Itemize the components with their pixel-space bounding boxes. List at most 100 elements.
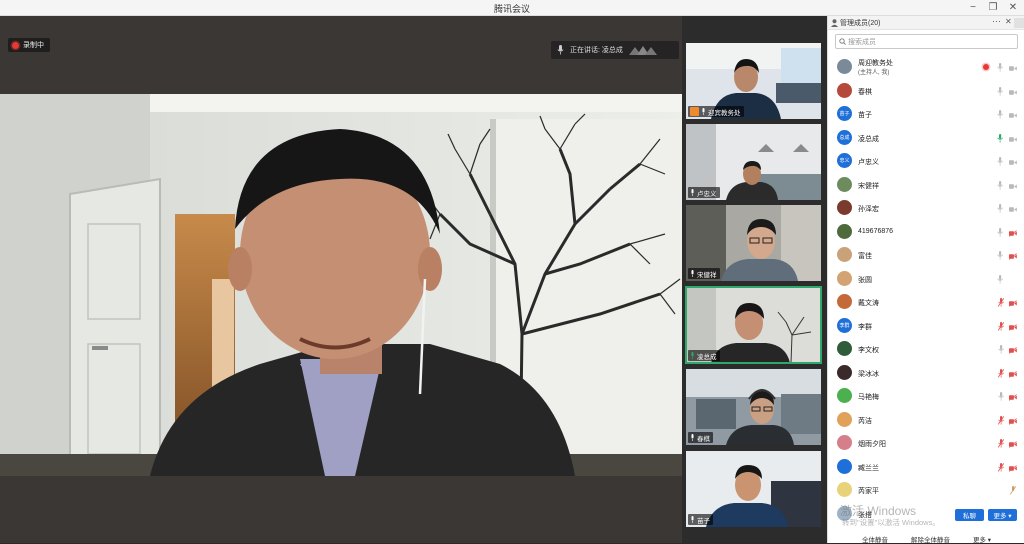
video-tile-column: 迎宾教务处 卢忠义 宋健祥 凌总成 春棋 苗子 xyxy=(682,16,827,543)
member-row[interactable]: 419676876 xyxy=(828,221,1024,245)
more-button[interactable]: 更多 ▾ xyxy=(988,509,1017,521)
member-name: 宋健祥 xyxy=(858,182,879,190)
member-name: 臧兰兰 xyxy=(858,464,879,472)
avatar: 总成 xyxy=(837,129,852,145)
avatar xyxy=(837,176,852,192)
camera-icon[interactable] xyxy=(1009,111,1017,120)
camera-icon[interactable] xyxy=(1009,88,1017,97)
close-icon[interactable]: ✕ xyxy=(1004,1,1022,14)
video-tile[interactable]: 春棋 xyxy=(686,369,821,445)
activation-watermark-text: 转到"设置"以激活 Windows。 xyxy=(842,518,940,527)
camera-off-icon[interactable] xyxy=(1009,393,1017,402)
microphone-speaking-icon xyxy=(691,352,694,359)
microphone-icon[interactable] xyxy=(996,274,1004,284)
minimize-icon[interactable]: − xyxy=(964,1,982,14)
panel-sidebar-icon[interactable] xyxy=(1014,18,1024,28)
microphone-muted-icon[interactable] xyxy=(1009,486,1017,495)
video-tile[interactable]: 迎宾教务处 xyxy=(686,43,821,119)
camera-icon[interactable] xyxy=(1009,205,1017,214)
camera-off-icon[interactable] xyxy=(1009,323,1017,332)
microphone-muted-icon[interactable] xyxy=(997,439,1005,448)
microphone-muted-icon[interactable] xyxy=(997,415,1005,425)
recording-indicator[interactable]: 录制中 xyxy=(8,38,50,52)
microphone-muted-icon[interactable] xyxy=(997,368,1005,378)
tile-name: 宋健祥 xyxy=(697,271,717,279)
member-name: 419676876 xyxy=(858,227,894,235)
member-row[interactable]: 烟雨夕阳 xyxy=(828,432,1024,456)
member-row[interactable]: 苗子 苗子 xyxy=(828,103,1024,127)
private-chat-button[interactable]: 私聊 xyxy=(955,509,984,521)
microphone-icon[interactable] xyxy=(996,157,1004,166)
avatar xyxy=(837,482,852,497)
member-role: (主持人, 我) xyxy=(858,70,890,76)
camera-icon[interactable] xyxy=(1009,158,1017,167)
tile-name: 苗子 xyxy=(697,517,710,525)
member-row[interactable]: 李文权 xyxy=(828,338,1024,362)
video-tile[interactable]: 苗子 xyxy=(686,451,821,527)
microphone-icon[interactable] xyxy=(996,63,1004,72)
member-row[interactable]: 张圆 xyxy=(828,268,1024,292)
member-row[interactable]: 戴文涛 xyxy=(828,291,1024,315)
members-panel: 管理成员(20) ··· ✕ 搜索成员 周迎教务处 (主持人, 我) 春棋 苗子 苗子总… xyxy=(827,16,1024,544)
search-icon xyxy=(839,38,846,45)
member-row[interactable]: 芮洁 xyxy=(828,409,1024,433)
member-row[interactable]: 忠义 卢忠义 xyxy=(828,150,1024,174)
close-panel-icon[interactable]: ✕ xyxy=(1005,17,1012,26)
member-row[interactable]: 周迎教务处 (主持人, 我) xyxy=(828,56,1024,80)
microphone-icon[interactable] xyxy=(997,392,1005,401)
microphone-icon[interactable] xyxy=(996,110,1004,119)
member-row[interactable]: 芮家平 xyxy=(828,479,1024,503)
user-icon xyxy=(831,19,838,27)
camera-icon[interactable] xyxy=(1009,182,1017,191)
member-name: 梁冰冰 xyxy=(858,370,879,378)
camera-off-icon[interactable] xyxy=(1009,417,1017,426)
microphone-icon[interactable] xyxy=(996,204,1004,213)
video-tile[interactable]: 宋健祥 xyxy=(686,205,821,281)
video-tile[interactable]: 卢忠义 xyxy=(686,124,821,200)
member-row[interactable]: 马艳梅 xyxy=(828,385,1024,409)
microphone-icon[interactable] xyxy=(996,251,1004,260)
main-video[interactable] xyxy=(0,94,682,476)
camera-icon[interactable] xyxy=(1009,135,1017,144)
member-row[interactable]: 春棋 xyxy=(828,80,1024,104)
microphone-icon[interactable] xyxy=(997,345,1005,354)
camera-off-icon[interactable] xyxy=(1009,346,1017,355)
speaker-avatars-icon xyxy=(628,46,657,55)
more-options-icon[interactable]: ··· xyxy=(992,16,1001,26)
member-row[interactable]: 总成 凌总成 xyxy=(828,127,1024,151)
member-row[interactable]: 孙泽宏 xyxy=(828,197,1024,221)
member-row[interactable]: 富佳 xyxy=(828,244,1024,268)
camera-off-icon[interactable] xyxy=(1009,464,1017,473)
restore-icon[interactable]: ❐ xyxy=(984,1,1002,14)
microphone-icon xyxy=(702,108,705,115)
tile-label: 凌总成 xyxy=(688,350,720,361)
avatar xyxy=(837,341,852,356)
camera-off-icon[interactable] xyxy=(1009,440,1017,449)
microphone-icon[interactable] xyxy=(996,86,1004,96)
camera-off-icon[interactable] xyxy=(1009,252,1017,261)
member-row[interactable]: 臧兰兰 xyxy=(828,456,1024,480)
camera-icon[interactable] xyxy=(1009,64,1017,73)
camera-off-icon[interactable] xyxy=(1009,299,1017,308)
microphone-icon xyxy=(691,270,694,277)
microphone-muted-icon[interactable] xyxy=(997,321,1005,331)
microphone-speaking-icon[interactable] xyxy=(996,133,1004,143)
video-tile-active-speaker[interactable]: 凌总成 xyxy=(685,286,822,364)
avatar xyxy=(837,82,852,98)
camera-off-icon[interactable] xyxy=(1009,370,1017,379)
search-input[interactable]: 搜索成员 xyxy=(835,34,1018,49)
member-row[interactable]: 宋健祥 xyxy=(828,174,1024,198)
tile-label: 宋健祥 xyxy=(688,268,720,279)
camera-off-icon[interactable] xyxy=(1009,229,1017,238)
microphone-icon[interactable] xyxy=(996,227,1004,237)
host-icon xyxy=(690,107,699,116)
microphone-icon[interactable] xyxy=(996,180,1004,190)
microphone-muted-icon[interactable] xyxy=(997,298,1005,307)
tile-name: 春棋 xyxy=(697,435,710,443)
avatar xyxy=(837,458,852,474)
member-name: 戴文涛 xyxy=(858,300,879,307)
avatar xyxy=(837,200,852,215)
member-row[interactable]: 李群 李群 xyxy=(828,315,1024,339)
microphone-muted-icon[interactable] xyxy=(997,462,1005,472)
member-row[interactable]: 梁冰冰 xyxy=(828,362,1024,386)
